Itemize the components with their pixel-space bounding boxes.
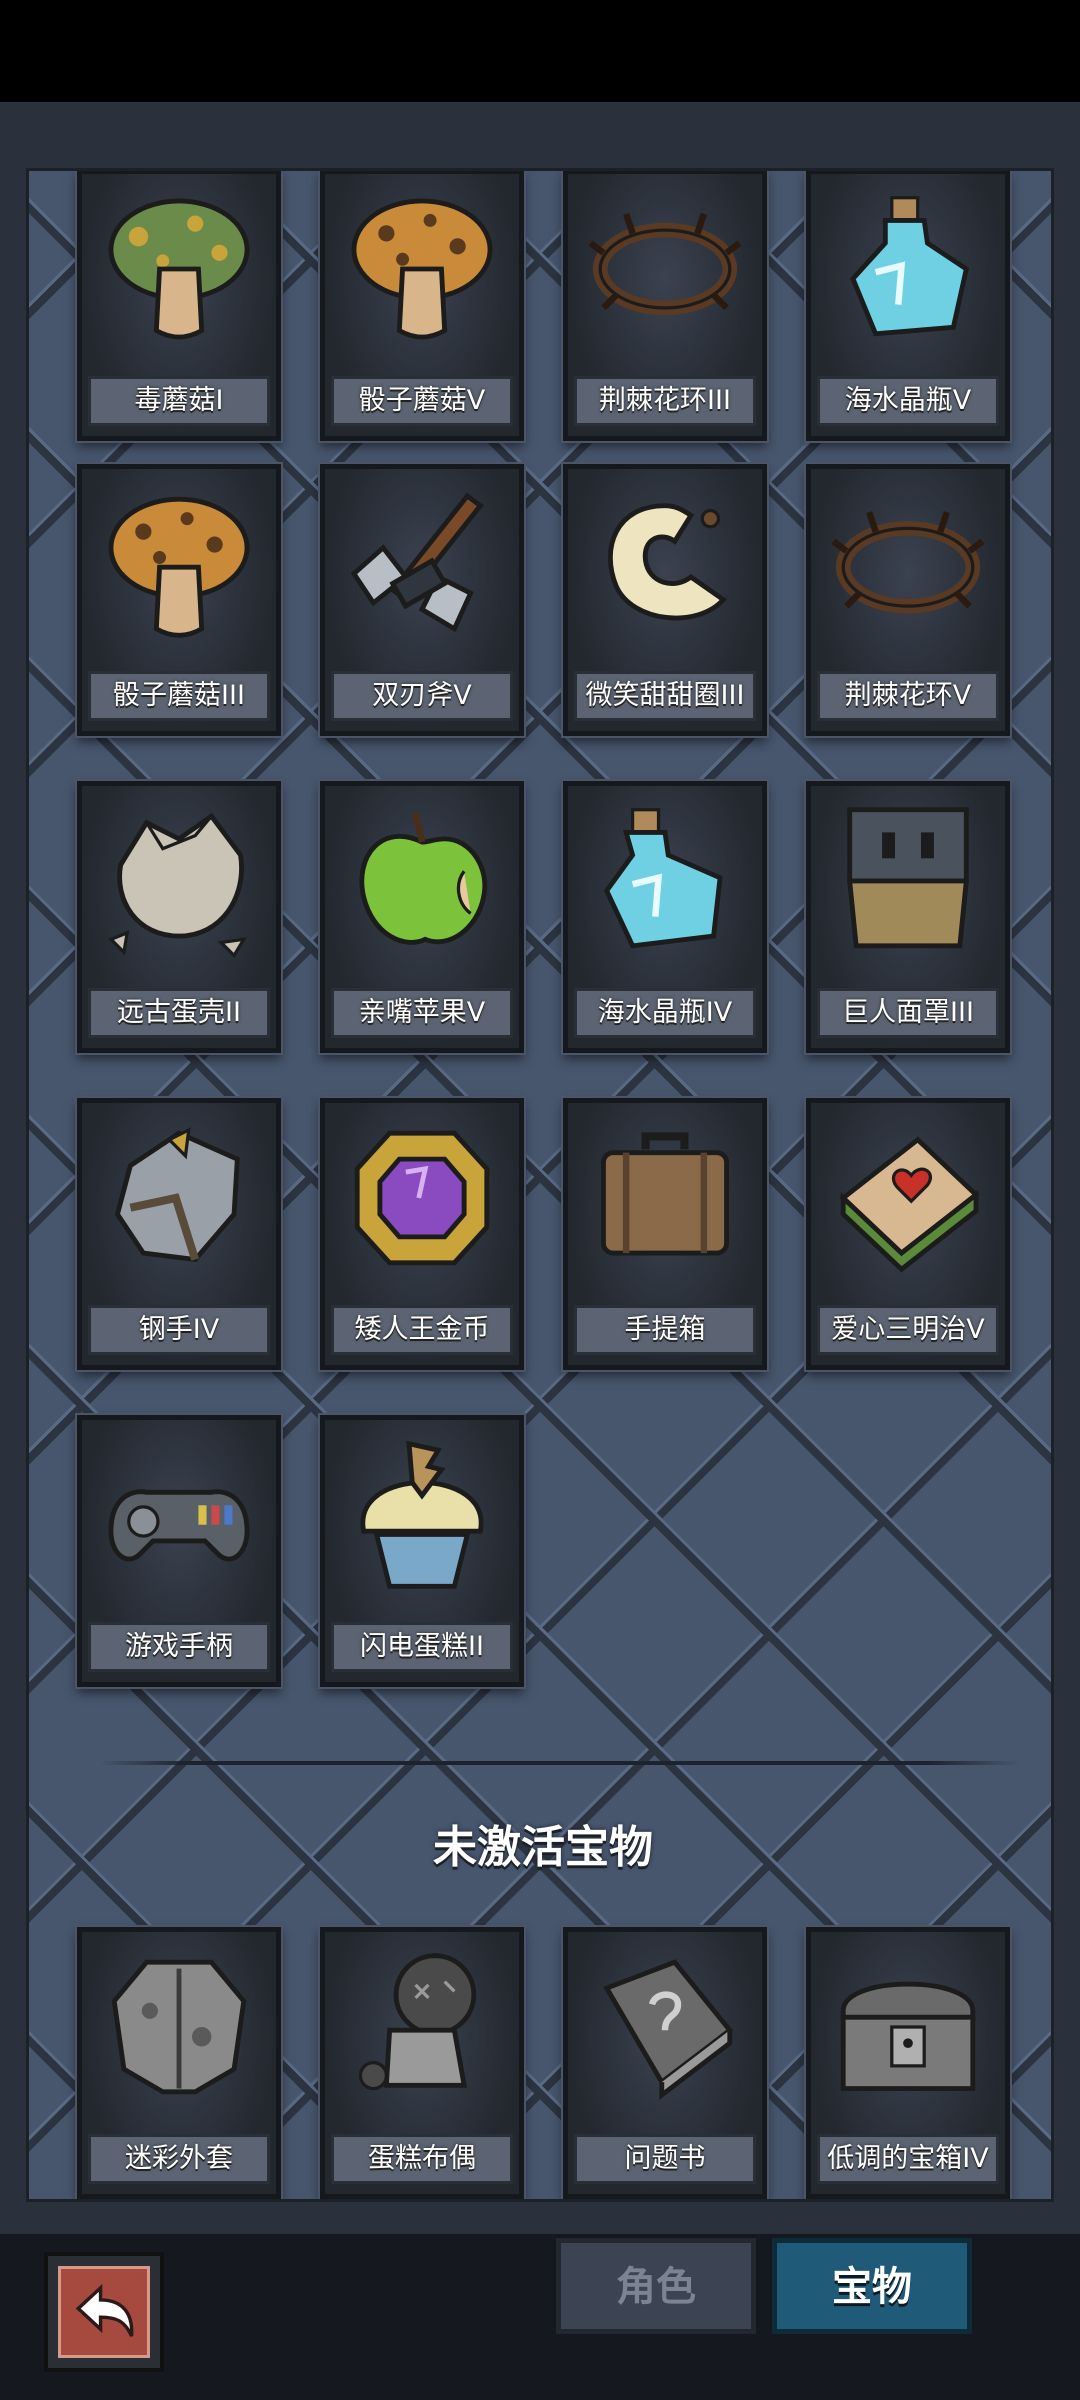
item-name: 矮人王金币 bbox=[331, 1305, 513, 1355]
item-name: 骰子蘑菇III bbox=[88, 671, 270, 721]
giant-mask-icon bbox=[846, 807, 970, 949]
treasure-card[interactable]: 毒蘑菇I bbox=[77, 171, 281, 441]
section-divider bbox=[99, 1761, 1019, 1765]
item-name: 海水晶瓶V bbox=[817, 376, 999, 426]
item-name: 游戏手柄 bbox=[88, 1622, 270, 1672]
treasure-card[interactable]: 巨人面罩III bbox=[806, 781, 1010, 1053]
back-button[interactable] bbox=[44, 2252, 164, 2372]
item-name: 荆棘花环V bbox=[817, 671, 999, 721]
apple-icon bbox=[359, 812, 488, 945]
treasure-card[interactable]: 海水晶瓶IV bbox=[563, 781, 767, 1053]
thorn-wreath-icon bbox=[831, 511, 985, 614]
treasure-card[interactable]: 亲嘴苹果V bbox=[320, 781, 524, 1053]
jacket-icon bbox=[111, 1959, 247, 2095]
treasure-card[interactable]: 骰子蘑菇V bbox=[320, 171, 524, 441]
donut-icon bbox=[607, 503, 727, 621]
treasure-chest-icon bbox=[840, 1981, 976, 2091]
cupcake-icon bbox=[360, 1440, 484, 1589]
item-name: 巨人面罩III bbox=[817, 988, 999, 1038]
gamepad-icon bbox=[108, 1489, 250, 1562]
inactive-treasure-card[interactable]: 蛋糕布偶 bbox=[320, 1927, 524, 2199]
suitcase-icon bbox=[601, 1132, 729, 1256]
item-name: 爱心三明治V bbox=[817, 1305, 999, 1355]
inactive-treasure-card[interactable]: 问题书 bbox=[563, 1927, 767, 2199]
item-name: 微笑甜甜圈III bbox=[574, 671, 756, 721]
treasure-card[interactable]: 骰子蘑菇III bbox=[77, 464, 281, 736]
treasure-card[interactable]: 游戏手柄 bbox=[77, 1415, 281, 1687]
item-name: 荆棘花环III bbox=[574, 376, 756, 426]
item-name: 闪电蛋糕II bbox=[331, 1622, 513, 1672]
tab-role[interactable]: 角色 bbox=[556, 2238, 756, 2334]
item-name: 骰子蘑菇V bbox=[331, 376, 513, 426]
potion-bottle-icon bbox=[603, 808, 723, 949]
inactive-treasure-card[interactable]: 低调的宝箱IV bbox=[806, 1927, 1010, 2199]
item-name: 远古蛋壳II bbox=[88, 988, 270, 1038]
mushroom-orange-icon bbox=[351, 198, 493, 340]
item-name: 手提箱 bbox=[574, 1305, 756, 1355]
treasure-card[interactable]: 远古蛋壳II bbox=[77, 781, 281, 1053]
steel-gauntlet-icon bbox=[114, 1127, 240, 1263]
treasure-card[interactable]: 微笑甜甜圈III bbox=[563, 464, 767, 736]
back-arrow-icon bbox=[58, 2266, 150, 2358]
treasure-card[interactable]: 矮人王金币 bbox=[320, 1098, 524, 1370]
sandwich-icon bbox=[839, 1136, 980, 1273]
potion-bottle-icon bbox=[850, 196, 970, 337]
gold-coin-icon bbox=[354, 1130, 490, 1266]
treasure-card[interactable]: 闪电蛋糕II bbox=[320, 1415, 524, 1687]
treasure-card[interactable]: 荆棘花环V bbox=[806, 464, 1010, 736]
treasure-card[interactable]: 双刃斧V bbox=[320, 464, 524, 736]
treasure-card[interactable]: 手提箱 bbox=[563, 1098, 767, 1370]
treasure-card[interactable]: 钢手IV bbox=[77, 1098, 281, 1370]
thorn-wreath-icon bbox=[588, 212, 742, 316]
mushroom-green-icon bbox=[108, 198, 250, 340]
egg-shell-icon bbox=[108, 812, 247, 959]
item-name: 问题书 bbox=[574, 2134, 756, 2184]
question-book-icon bbox=[603, 1959, 734, 2100]
voodoo-doll-icon bbox=[358, 1953, 477, 2091]
treasure-card[interactable]: 爱心三明治V bbox=[806, 1098, 1010, 1370]
item-name: 毒蘑菇I bbox=[88, 376, 270, 426]
treasure-card[interactable]: 荆棘花环III bbox=[563, 171, 767, 441]
item-name: 低调的宝箱IV bbox=[817, 2134, 999, 2184]
treasure-panel[interactable]: 毒蘑菇I 骰子蘑菇V 荆棘花环III 海水晶瓶V 骰子蘑菇III 双刃斧V 微笑… bbox=[26, 168, 1054, 2202]
treasure-card[interactable]: 海水晶瓶V bbox=[806, 171, 1010, 441]
tab-treasure[interactable]: 宝物 bbox=[772, 2238, 972, 2334]
inactive-section-title: 未激活宝物 bbox=[433, 1822, 653, 1873]
item-name: 亲嘴苹果V bbox=[331, 988, 513, 1038]
item-name: 双刃斧V bbox=[331, 671, 513, 721]
mushroom-orange-icon bbox=[108, 496, 250, 638]
item-name: 蛋糕布偶 bbox=[331, 2134, 513, 2184]
inactive-treasure-card[interactable]: 迷彩外套 bbox=[77, 1927, 281, 2199]
item-name: 钢手IV bbox=[88, 1305, 270, 1355]
item-name: 迷彩外套 bbox=[88, 2134, 270, 2184]
double-axe-icon bbox=[350, 492, 484, 633]
item-name: 海水晶瓶IV bbox=[574, 988, 756, 1038]
status-bar-area bbox=[0, 0, 1080, 102]
